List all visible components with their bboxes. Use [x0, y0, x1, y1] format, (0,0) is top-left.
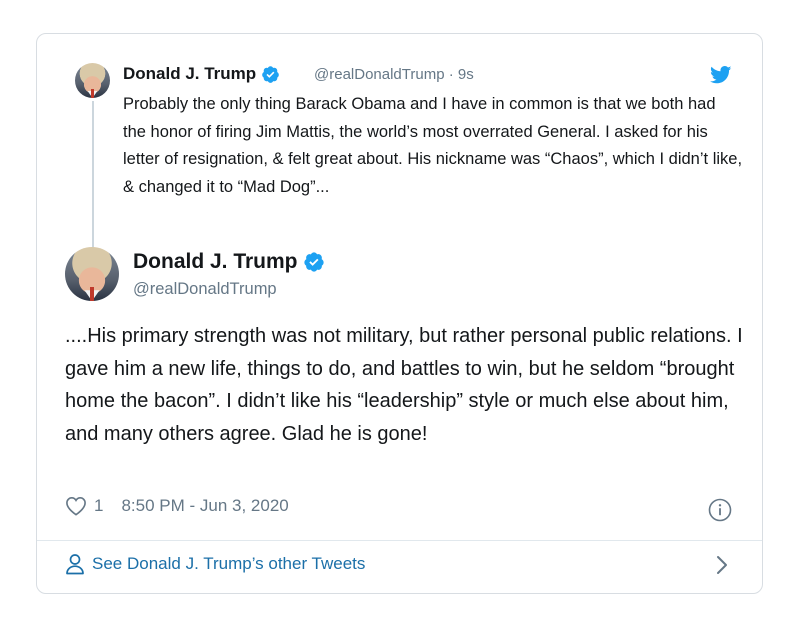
quoted-author-name[interactable]: Donald J. Trump [123, 64, 280, 84]
thread-connector-line [92, 101, 94, 271]
chevron-right-icon[interactable] [716, 555, 728, 575]
main-author-avatar[interactable] [65, 247, 119, 301]
tweet-embed-card: Donald J. Trump @realDonaldTrump · 9s Pr… [36, 33, 763, 594]
footer-divider [37, 540, 762, 541]
main-author-name[interactable]: Donald J. Trump [133, 250, 325, 274]
quoted-author-avatar[interactable] [75, 63, 110, 98]
verified-badge-icon [304, 252, 324, 273]
see-other-tweets-link[interactable]: See Donald J. Trump’s other Tweets [65, 553, 365, 575]
tweet-meta-row: 1 8:50 PM - Jun 3, 2020 [65, 496, 289, 516]
like-count[interactable]: 1 [94, 496, 103, 516]
person-icon [66, 554, 84, 575]
main-tweet-text: ....His primary strength was not militar… [65, 325, 743, 445]
quoted-tweet-text: Probably the only thing Barack Obama and… [123, 95, 743, 196]
main-author-name-text: Donald J. Trump [133, 250, 298, 273]
tweet-timestamp[interactable]: 8:50 PM - Jun 3, 2020 [121, 496, 288, 516]
twitter-bird-icon[interactable] [710, 66, 732, 84]
see-other-tweets-label: See Donald J. Trump’s other Tweets [92, 554, 366, 573]
quoted-author-name-text: Donald J. Trump [123, 64, 257, 83]
verified-badge-icon [262, 66, 279, 83]
main-author-handle[interactable]: @realDonaldTrump [133, 280, 277, 299]
heart-icon[interactable] [65, 496, 87, 516]
quoted-handle-time[interactable]: @realDonaldTrump · 9s [314, 66, 474, 83]
info-icon[interactable] [708, 498, 732, 522]
